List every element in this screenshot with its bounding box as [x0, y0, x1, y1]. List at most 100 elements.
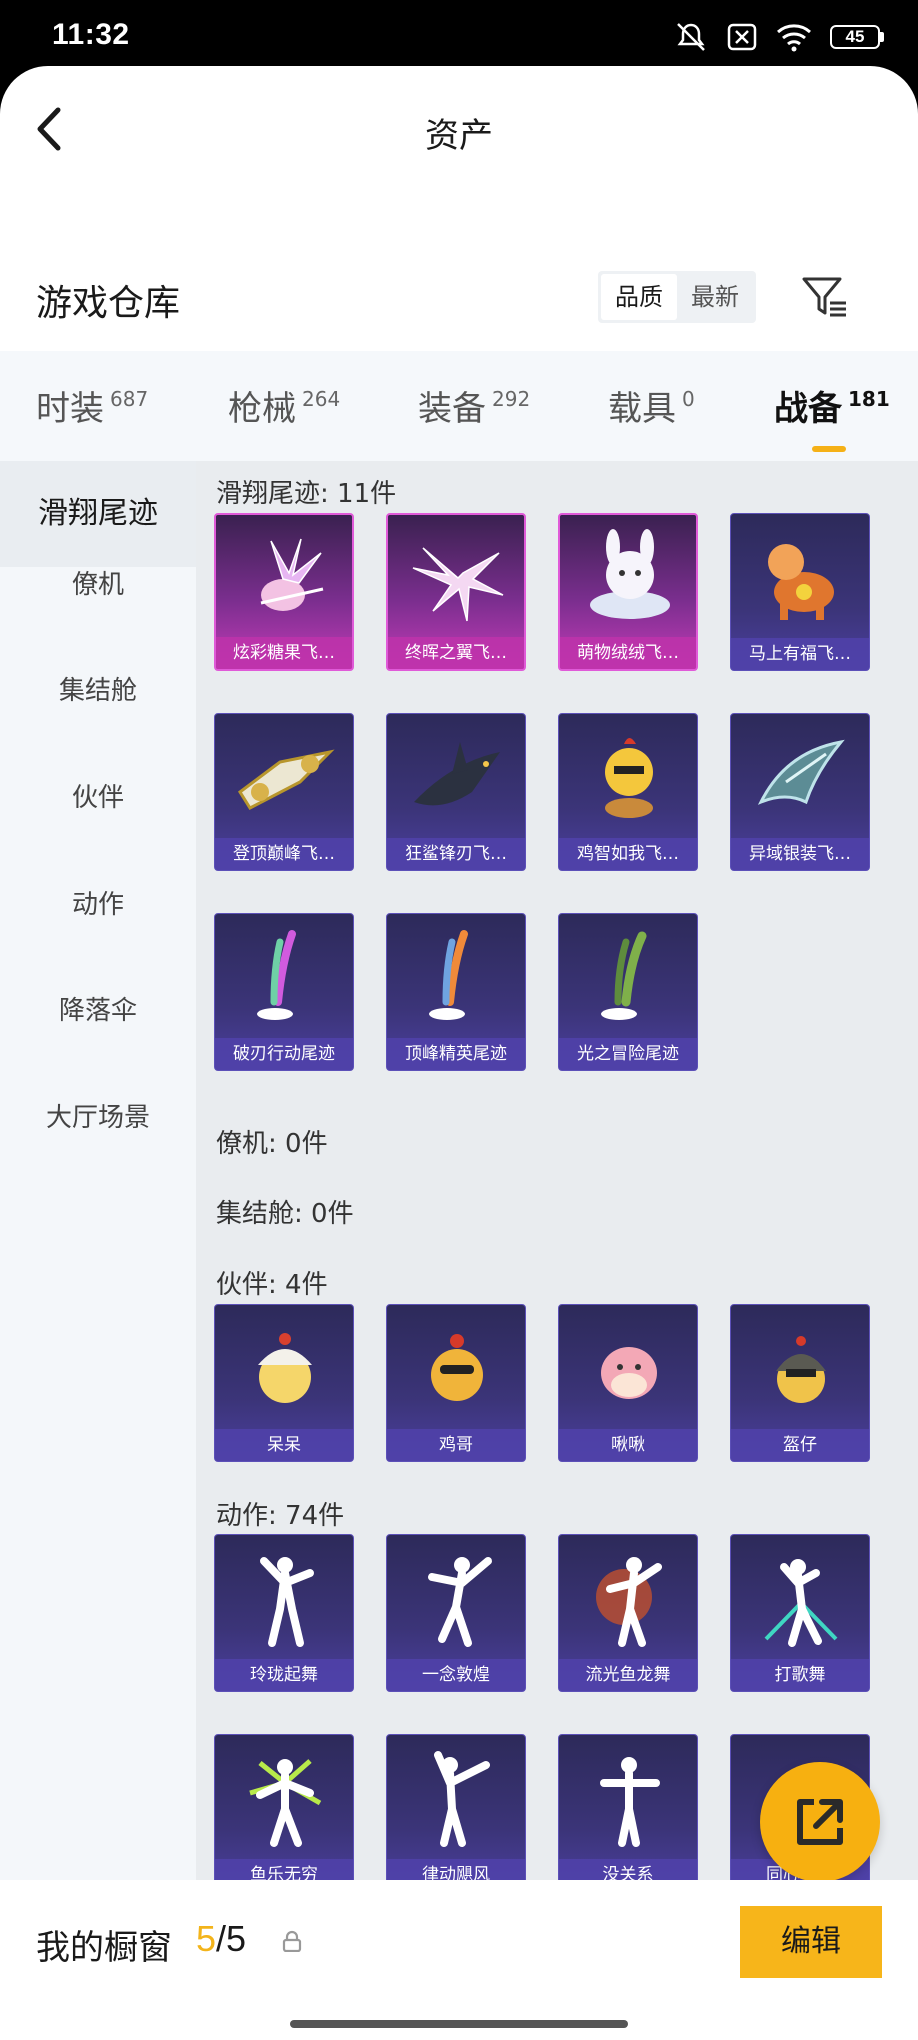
- item-name: 流光鱼龙舞: [559, 1659, 697, 1691]
- helmet-chick-icon: [731, 1305, 869, 1431]
- item-card[interactable]: 马上有福飞…: [730, 513, 870, 671]
- dancer-icon: [215, 1735, 353, 1861]
- item-name: 呆呆: [215, 1429, 353, 1461]
- battery-level: 45: [830, 25, 880, 49]
- item-card[interactable]: 打歌舞: [730, 1534, 870, 1692]
- share-button[interactable]: [760, 1762, 880, 1882]
- item-card[interactable]: 终晖之翼飞…: [386, 513, 526, 671]
- tab-label: 枪械: [228, 389, 296, 429]
- edit-button[interactable]: 编辑: [740, 1906, 882, 1978]
- item-card[interactable]: 呆呆: [214, 1304, 354, 1462]
- filter-icon[interactable]: [800, 273, 850, 323]
- item-list: 滑翔尾迹: 11件 炫彩糖果飞… 终晖之翼飞… 萌物绒绒飞… 马上有福飞… 登顶…: [196, 461, 918, 1946]
- sidebar-item-emotes[interactable]: 动作: [0, 865, 196, 945]
- sidebar: 滑翔尾迹 僚机 集结舱 伙伴 动作 降落伞 大厅场景: [0, 461, 196, 1946]
- showcase-bar: 我的橱窗 5/5 编辑: [0, 1880, 918, 2040]
- trail-icon: [215, 914, 353, 1040]
- item-card[interactable]: 玲珑起舞: [214, 1534, 354, 1692]
- chicken-glider-icon: [559, 714, 697, 840]
- item-card[interactable]: 律动飓风: [386, 1734, 526, 1892]
- tab-count: 292: [492, 387, 531, 411]
- active-tab-indicator: [812, 446, 846, 452]
- sort-quality[interactable]: 品质: [601, 274, 677, 320]
- dancer-icon: [215, 1535, 353, 1661]
- item-card[interactable]: 萌物绒绒飞…: [558, 513, 698, 671]
- sidebar-item-companions[interactable]: 伙伴: [0, 758, 196, 838]
- item-name: 打歌舞: [731, 1659, 869, 1691]
- tab-label: 装备: [418, 389, 486, 429]
- tab-gear[interactable]: 战备 181: [774, 381, 890, 430]
- silver-glider-icon: [731, 714, 869, 840]
- dancer-icon: [731, 1535, 869, 1661]
- dancer-icon: [559, 1535, 697, 1661]
- item-name: 破刃行动尾迹: [215, 1038, 353, 1070]
- battery-icon: 45: [830, 25, 884, 49]
- item-name: 玲珑起舞: [215, 1659, 353, 1691]
- tab-outfits[interactable]: 时装 687: [36, 381, 148, 430]
- assets-page: 资产 游戏仓库 品质 最新 时装 687 枪械 264 装备 292 载具 0 战备 18…: [0, 66, 918, 2040]
- tab-vehicles[interactable]: 载具 0: [608, 381, 695, 430]
- horse-glider-icon: [731, 514, 869, 640]
- sidebar-item-parachutes[interactable]: 降落伞: [0, 971, 196, 1051]
- item-card[interactable]: 登顶巅峰飞…: [214, 713, 354, 871]
- share-icon: [797, 1799, 843, 1845]
- sort-toggle: 品质 最新: [598, 271, 756, 323]
- trail-icon: [559, 914, 697, 1040]
- status-bar: 11:32 45: [0, 0, 918, 70]
- tab-equipment[interactable]: 装备 292: [418, 381, 530, 430]
- item-card[interactable]: 炫彩糖果飞…: [214, 513, 354, 671]
- item-card[interactable]: 鸡智如我飞…: [558, 713, 698, 871]
- item-card[interactable]: 鸡哥: [386, 1304, 526, 1462]
- tab-firearms[interactable]: 枪械 264: [228, 381, 340, 430]
- shark-glider-icon: [387, 714, 525, 840]
- item-name: 异域银装飞…: [731, 838, 869, 870]
- dancer-icon: [387, 1535, 525, 1661]
- tab-label: 载具: [608, 389, 676, 429]
- item-name: 盔仔: [731, 1429, 869, 1461]
- item-name: 一念敦煌: [387, 1659, 525, 1691]
- item-name: 马上有福飞…: [731, 638, 869, 670]
- wing-glider-icon: [388, 515, 524, 641]
- page-title: 资产: [425, 116, 493, 156]
- item-card[interactable]: 顶峰精英尾迹: [386, 913, 526, 1071]
- item-name: 狂鲨锋刃飞…: [387, 838, 525, 870]
- plush-glider-icon: [560, 515, 696, 641]
- candy-glider-icon: [216, 515, 352, 641]
- trail-icon: [387, 914, 525, 1040]
- section-title: 伙伴: 4件: [216, 1270, 328, 1300]
- tab-count: 181: [848, 387, 890, 411]
- pink-bird-icon: [559, 1305, 697, 1431]
- item-name: 终晖之翼飞…: [388, 637, 524, 669]
- dancer-icon: [559, 1735, 697, 1861]
- item-card[interactable]: 光之冒险尾迹: [558, 913, 698, 1071]
- item-name: 萌物绒绒飞…: [560, 637, 696, 669]
- section-title: 滑翔尾迹: 11件: [216, 479, 397, 509]
- section-title: 僚机: 0件: [216, 1129, 328, 1159]
- dancer-icon: [387, 1735, 525, 1861]
- item-name: 鸡智如我飞…: [559, 838, 697, 870]
- tab-label: 时装: [36, 389, 104, 429]
- item-card[interactable]: 狂鲨锋刃飞…: [386, 713, 526, 871]
- category-tabs: 时装 687 枪械 264 装备 292 载具 0 战备 181: [0, 351, 918, 461]
- sidebar-item-wingman[interactable]: 僚机: [0, 545, 196, 625]
- item-card[interactable]: 流光鱼龙舞: [558, 1534, 698, 1692]
- item-name: 啾啾: [559, 1429, 697, 1461]
- sort-newest[interactable]: 最新: [677, 274, 753, 320]
- item-card[interactable]: 一念敦煌: [386, 1534, 526, 1692]
- item-card[interactable]: 异域银装飞…: [730, 713, 870, 871]
- section-title: 集结舱: 0件: [216, 1199, 354, 1229]
- item-card[interactable]: 盔仔: [730, 1304, 870, 1462]
- gold-glider-icon: [215, 714, 353, 840]
- clock: 11:32: [52, 18, 130, 51]
- header: 资产: [0, 66, 918, 196]
- item-card[interactable]: 鱼乐无穷: [214, 1734, 354, 1892]
- item-card[interactable]: 没关系: [558, 1734, 698, 1892]
- sidebar-item-pod[interactable]: 集结舱: [0, 651, 196, 731]
- item-card[interactable]: 破刃行动尾迹: [214, 913, 354, 1071]
- home-indicator[interactable]: [290, 2020, 628, 2028]
- showcase-label: 我的橱窗: [36, 1928, 172, 1968]
- item-name: 鸡哥: [387, 1429, 525, 1461]
- item-card[interactable]: 啾啾: [558, 1304, 698, 1462]
- sidebar-item-lobby-scenes[interactable]: 大厅场景: [0, 1078, 196, 1158]
- mute-icon: [677, 23, 705, 51]
